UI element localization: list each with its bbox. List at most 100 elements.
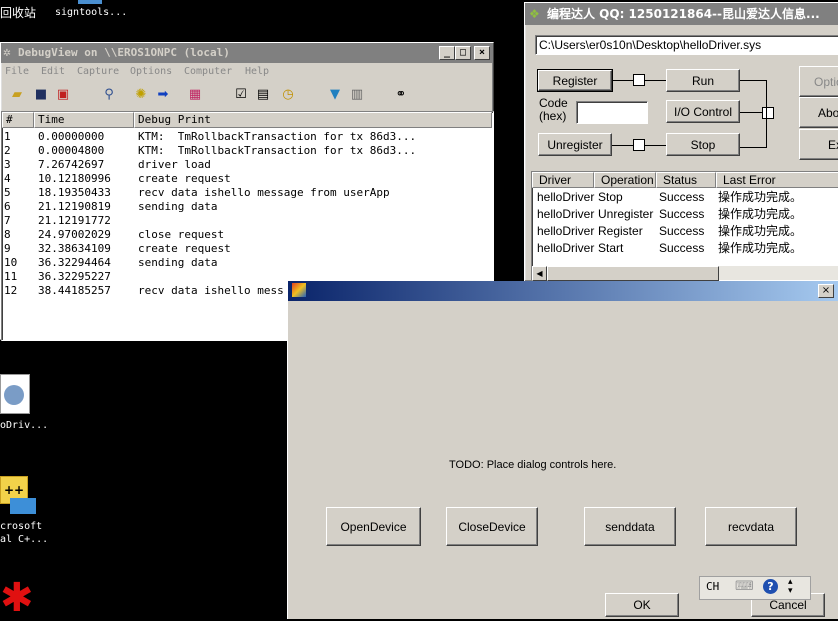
debug-row[interactable]: 5 18.19350433 recv data ishello message fr… [2,186,492,200]
send-data-button[interactable]: senddata [584,507,676,546]
operation-row-status: Success [659,241,705,255]
menu-options[interactable]: Options [130,66,172,77]
connector-line [740,80,767,148]
close-device-button[interactable]: CloseDevice [446,507,538,546]
driver-path-input[interactable]: C:\Users\er0s10n\Desktop\helloDriver.sys [535,35,838,55]
debug-row-time: 36.32294464 [38,256,111,269]
stop-button[interactable]: Stop [666,133,740,156]
debug-row-time: 7.26742697 [38,158,105,171]
visual-cpp-label-2[interactable]: al C+... [0,534,48,545]
menu-file[interactable]: File [5,66,29,77]
debug-row[interactable]: 9 32.38634109 create request [2,242,492,256]
col-header-debug-print[interactable]: Debug Print [134,112,492,128]
operation-row[interactable]: helloDriver Unregister Success 操作成功完成。 [532,206,838,223]
col-header-operation[interactable]: Operation [594,172,656,188]
operation-row-driver: helloDriver [537,224,595,238]
filter-funnel-icon[interactable]: ▼ [327,87,343,103]
desktop-signtools-label[interactable]: signtools... [55,7,127,18]
desktop-icon-top-fragment[interactable] [78,0,102,4]
col-header-number[interactable]: # [2,112,34,128]
capture-icon[interactable]: ✺ [133,87,149,103]
open-icon[interactable]: ▰ [9,87,25,103]
run-button[interactable]: Run [666,69,740,92]
debugview-titlebar[interactable]: ✲ DebugView on \\EROS1ONPC (local) _ □ × [1,43,493,63]
clear-log-icon[interactable]: ▣ [55,87,71,103]
scroll-left-arrow[interactable]: ◀ [532,266,547,281]
language-bar-options-icon[interactable]: ▴ ▾ [788,578,793,596]
col-header-status[interactable]: Status [656,172,716,188]
debug-row-number: 3 [4,158,11,171]
debug-row-message: sending data [138,256,218,269]
col-header-driver[interactable]: Driver [532,172,594,188]
operation-row-status: Success [659,190,705,204]
code-hex-input[interactable] [576,101,648,124]
debug-row-time: 38.44185257 [38,284,111,297]
options-button[interactable]: Optio [799,66,838,97]
menu-help[interactable]: Help [245,66,269,77]
driver-file-icon[interactable] [0,374,30,414]
ok-button[interactable]: OK [605,593,679,617]
debug-row-time: 32.38634109 [38,242,111,255]
recv-data-button[interactable]: recvdata [705,507,797,546]
save-icon[interactable]: ■ [33,87,49,103]
keyboard-icon[interactable]: ⌨ [735,579,754,594]
scrollbar-thumb[interactable] [547,266,719,281]
history-icon[interactable]: ▤ [255,87,271,103]
connector-line [740,112,762,113]
exit-button[interactable]: Ex [799,129,838,160]
computer-icon[interactable]: ▥ [349,87,365,103]
operation-row[interactable]: helloDriver Stop Success 操作成功完成。 [532,189,838,206]
maximize-button[interactable]: □ [455,46,471,60]
operation-row[interactable]: helloDriver Register Success 操作成功完成。 [532,223,838,240]
driver-tool-app-icon: ❖ [529,7,540,21]
horizontal-scrollbar[interactable]: ◀ [532,266,838,281]
debug-row[interactable]: 10 36.32294464 sending data [2,256,492,270]
open-device-button[interactable]: OpenDevice [326,507,421,546]
dialog-titlebar[interactable]: × [288,281,838,301]
debug-row[interactable]: 4 10.12180996 create request [2,172,492,186]
visual-cpp-icon[interactable]: ++ [0,476,36,516]
menu-capture[interactable]: Capture [77,66,119,77]
col-header-time[interactable]: Time [34,112,134,128]
debug-row-number: 1 [4,130,11,143]
highlight-icon[interactable]: ☑ [233,87,249,103]
help-icon[interactable]: ? [763,579,778,594]
minimize-button[interactable]: _ [439,46,455,60]
unregister-button[interactable]: Unregister [538,133,612,156]
debug-row[interactable]: 2 0.00004800 KTM: TmRollbackTransaction fo… [2,144,492,158]
debug-row-number: 10 [4,256,18,269]
debug-row[interactable]: 6 21.12190819 sending data [2,200,492,214]
autoscroll-icon[interactable]: ➡ [155,87,171,103]
debug-row-message: KTM: TmRollbackTransaction for tx 86d3..… [138,144,417,157]
debug-row[interactable]: 1 0.00000000 KTM: TmRollbackTransaction fo… [2,130,492,144]
about-button[interactable]: Abou [799,97,838,128]
driver-file-label[interactable]: oDriv... [0,420,48,431]
find-icon[interactable]: ⚲ [101,87,117,103]
dialog-close-button[interactable]: × [818,284,834,298]
menu-computer[interactable]: Computer [184,66,232,77]
debug-row[interactable]: 7 21.12191772 [2,214,492,228]
driver-operations-list[interactable]: Driver Operation Status Last Error hello… [531,171,838,283]
menu-edit[interactable]: Edit [41,66,65,77]
debug-row[interactable]: 8 24.97002029 close request [2,228,492,242]
operation-row-status: Success [659,207,705,221]
filter-icon[interactable]: ▦ [187,87,203,103]
driver-tool-window: ❖ 编程达人 QQ: 1250121864--昆山爱达人信息... C:\Use… [524,2,838,283]
debug-row-message: recv data ishello message from userApp [138,186,390,199]
mfc-app-icon [292,283,306,297]
ime-ch-indicator[interactable]: CH [706,580,719,593]
debug-row-time: 21.12190819 [38,200,111,213]
visual-cpp-label-1[interactable]: crosoft [0,521,42,532]
col-header-last-error[interactable]: Last Error [716,172,838,188]
clock-icon[interactable]: ◷ [280,87,296,103]
io-control-button[interactable]: I/O Control [666,100,740,123]
desktop-recycle-bin-label[interactable]: 回收站 [0,4,36,21]
red-app-icon[interactable]: ✱ [0,578,36,619]
operation-row[interactable]: helloDriver Start Success 操作成功完成。 [532,240,838,257]
debug-row-message: close request [138,228,225,241]
driver-tool-titlebar[interactable]: ❖ 编程达人 QQ: 1250121864--昆山爱达人信息... [525,3,838,25]
binoculars-icon[interactable]: ⚭ [393,87,409,103]
register-button[interactable]: Register [537,69,613,92]
close-button[interactable]: × [474,46,490,60]
debug-row[interactable]: 3 7.26742697 driver load [2,158,492,172]
